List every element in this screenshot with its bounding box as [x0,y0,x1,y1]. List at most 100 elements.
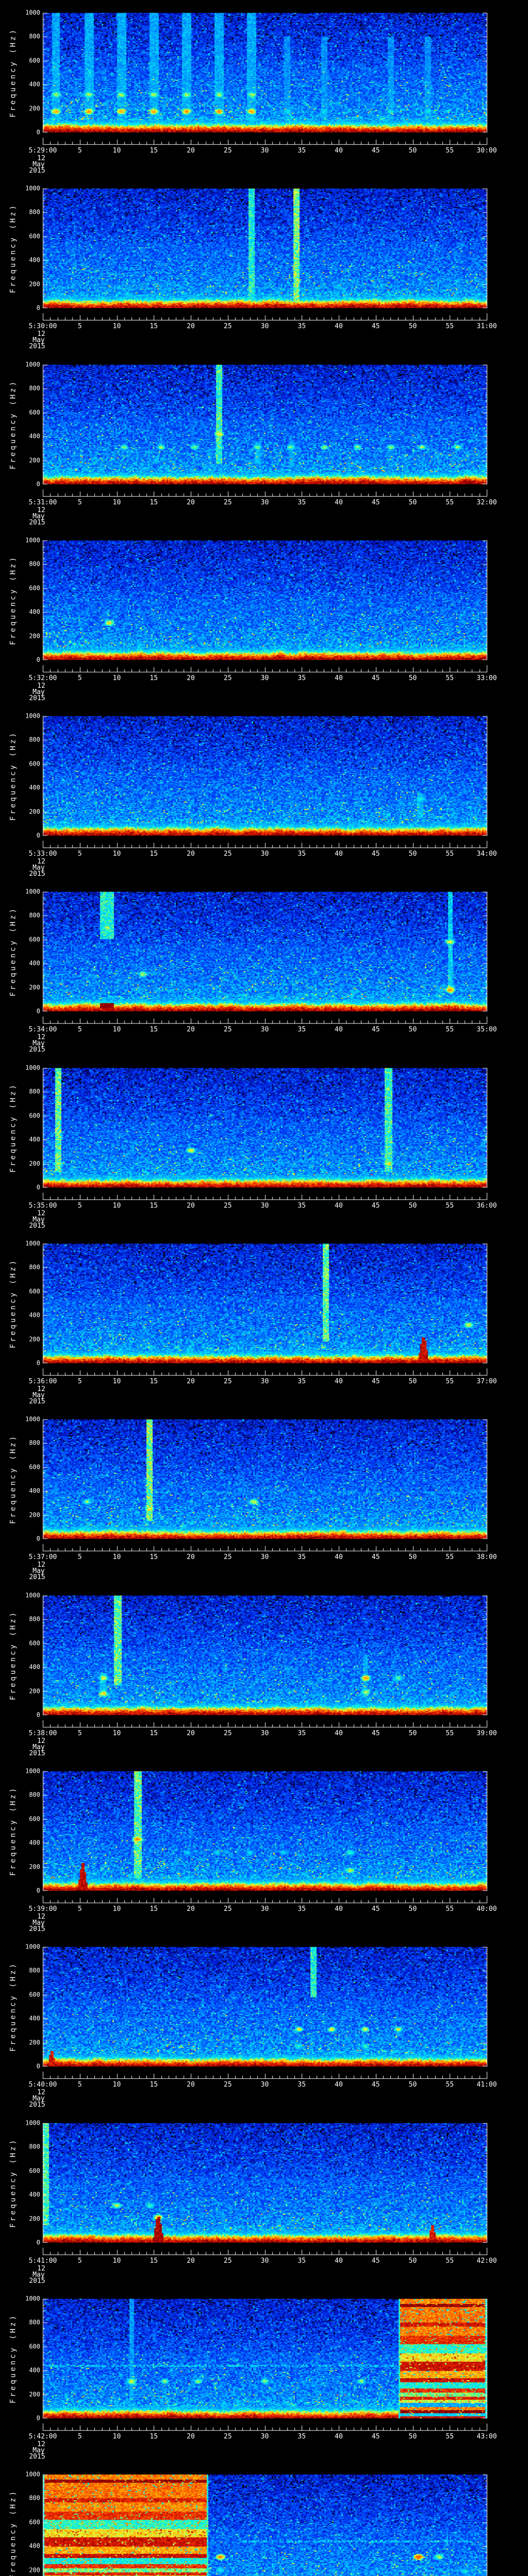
y-tick-label: 200 [29,1863,40,1871]
x-tick-label: 5 [77,499,82,506]
y-tick-label: 600 [29,1815,40,1823]
date-line-year: 2015 [29,519,45,527]
x-tick-label: 15 [150,1026,158,1033]
x-tick-label: 30 [260,499,269,506]
y-tick-label: 200 [29,456,40,464]
x-tick-label: 25 [223,1378,232,1385]
y-axis-title: Frequency (Hz) [9,2313,18,2404]
x-start-time-label: 5:31:00 [28,499,57,506]
x-start-time-label: 5:32:00 [28,674,57,682]
y-tick-label: 0 [36,480,40,488]
x-tick-label: 50 [408,1553,417,1561]
spectrogram-panel: Frequency (Hz) 0 200 400 600 800 1000 5:31:00 32… [0,352,528,528]
date-line-year: 2015 [29,1398,45,1405]
x-tick-label: 55 [446,499,454,506]
x-tick-label: 10 [112,1730,121,1737]
x-tick-label: 5 [77,2433,82,2441]
x-tick-label: 25 [223,2433,232,2441]
x-tick-label: 5 [77,850,82,858]
y-tick-label: 800 [29,2143,40,2150]
date-line-year: 2015 [29,1222,45,1230]
spectrogram-stack: Frequency (Hz) 0 200 400 600 800 1000 5:29:00 30… [0,0,528,2576]
x-tick-label: 5 [77,147,82,155]
y-tick-label: 200 [29,984,40,991]
x-tick-label: 45 [371,2433,380,2441]
x-tick-label: 35 [298,2433,306,2441]
x-tick-label: 50 [408,499,417,506]
x-tick-label: 5 [77,1730,82,1737]
x-end-time-label: 31:00 [476,323,497,330]
y-tick-label: 400 [29,2014,40,2022]
x-tick-label: 40 [335,1378,343,1385]
x-tick-label: 5 [77,2081,82,2089]
y-tick-label: 800 [29,1088,40,1095]
x-tick-label: 40 [335,850,343,858]
y-tick-label: 800 [29,1263,40,1271]
x-tick-label: 55 [446,1378,454,1385]
x-tick-label: 35 [298,1202,306,1210]
x-tick-label: 35 [298,1730,306,1737]
x-tick-label: 45 [371,1026,380,1033]
x-tick-label: 15 [150,1378,158,1385]
x-tick-label: 20 [187,1905,195,1913]
date-line-year: 2015 [29,2101,45,2109]
x-tick-label: 15 [150,323,158,330]
y-tick-label: 0 [36,1535,40,1543]
x-tick-label: 25 [223,850,232,858]
x-tick-label: 35 [298,674,306,682]
y-tick-label: 1000 [25,2295,40,2302]
y-tick-label: 200 [29,1511,40,1519]
x-tick-label: 55 [446,1026,454,1033]
y-tick-label: 600 [29,2343,40,2350]
x-start-time-label: 5:36:00 [28,1378,57,1385]
x-start-time-label: 5:30:00 [28,323,57,330]
y-tick-label: 0 [36,1183,40,1191]
y-tick-label: 800 [29,1615,40,1623]
x-tick-label: 20 [187,499,195,506]
x-tick-label: 10 [112,323,121,330]
y-axis-title: Frequency (Hz) [9,1082,18,1173]
x-tick-label: 10 [112,1202,121,1210]
spectrogram-panel: Frequency (Hz) 0 200 400 600 800 1000 5:39:00 40… [0,1758,528,1935]
x-tick-label: 10 [112,674,121,682]
x-tick-label: 10 [112,1378,121,1385]
y-tick-label: 1000 [25,1415,40,1423]
y-tick-label: 400 [29,2191,40,2198]
x-end-time-label: 43:00 [476,2433,497,2441]
x-tick-label: 20 [187,323,195,330]
y-tick-label: 600 [29,1463,40,1471]
y-tick-label: 400 [29,959,40,967]
y-tick-label: 200 [29,280,40,288]
x-tick-label: 15 [150,499,158,506]
y-tick-label: 0 [36,2239,40,2246]
y-tick-label: 800 [29,736,40,743]
x-tick-label: 30 [260,2433,269,2441]
y-axis-title: Frequency (Hz) [9,203,18,294]
y-tick-label: 1000 [25,1064,40,1072]
x-tick-label: 20 [187,674,195,682]
spectrogram-panel: Frequency (Hz) 0 200 400 600 800 1000 5:41:00 42… [0,2110,528,2286]
y-axis-title: Frequency (Hz) [9,27,18,118]
x-tick-label: 45 [371,323,380,330]
y-tick-label: 0 [36,656,40,664]
x-tick-label: 15 [150,2433,158,2441]
date-line-year: 2015 [29,2453,45,2461]
x-tick-label: 10 [112,499,121,506]
x-end-time-label: 37:00 [476,1378,497,1385]
y-axis-title: Frequency (Hz) [9,2138,18,2228]
y-axis-title: Frequency (Hz) [9,555,18,646]
x-tick-label: 25 [223,674,232,682]
x-tick-label: 35 [298,850,306,858]
x-tick-label: 30 [260,147,269,155]
y-axis-title: Frequency (Hz) [9,2489,18,2576]
y-tick-label: 800 [29,1791,40,1799]
x-end-time-label: 38:00 [476,1553,497,1561]
x-tick-label: 20 [187,2433,195,2441]
x-tick-label: 35 [298,147,306,155]
y-tick-label: 1000 [25,2470,40,2478]
y-tick-label: 600 [29,2167,40,2175]
x-end-time-label: 41:00 [476,2081,497,2089]
y-tick-label: 0 [36,2414,40,2422]
y-tick-label: 0 [36,1887,40,1894]
x-tick-label: 40 [335,323,343,330]
